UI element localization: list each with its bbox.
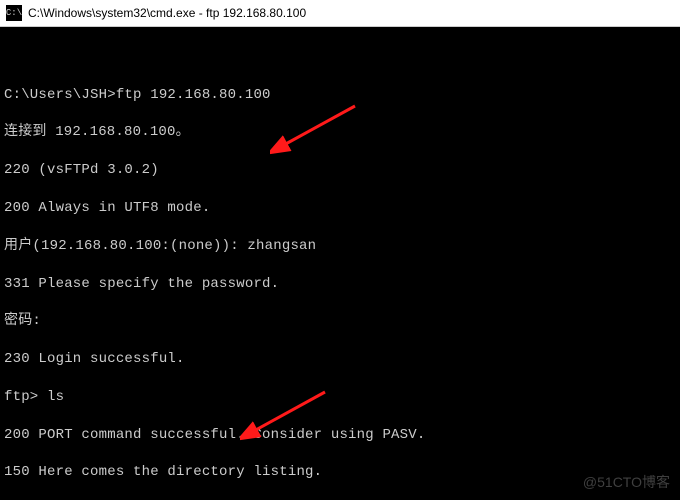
watermark: @51CTO博客 (583, 472, 670, 492)
window-title: C:\Windows\system32\cmd.exe - ftp 192.16… (28, 6, 306, 20)
dir-listing-line: 150 Here comes the directory listing. (4, 463, 676, 482)
terminal-area[interactable]: C:\Users\JSH>ftp 192.168.80.100 连接到 192.… (0, 27, 680, 500)
window-titlebar[interactable]: C:\ C:\Windows\system32\cmd.exe - ftp 19… (0, 0, 680, 27)
user-prompt-line: 用户(192.168.80.100:(none)): zhangsan (4, 237, 676, 256)
shell-prompt-line: C:\Users\JSH>ftp 192.168.80.100 (4, 86, 676, 105)
empty-line (4, 48, 676, 67)
cmd-icon: C:\ (6, 5, 22, 21)
login-success-line: 230 Login successful. (4, 350, 676, 369)
ftp-banner-line: 220 (vsFTPd 3.0.2) (4, 161, 676, 180)
password-label-line: 密码: (4, 312, 676, 331)
ftp-utf8-line: 200 Always in UTF8 mode. (4, 199, 676, 218)
connected-line: 连接到 192.168.80.100。 (4, 123, 676, 142)
ftp-ls-line: ftp> ls (4, 388, 676, 407)
port-ok-line: 200 PORT command successful. Consider us… (4, 426, 676, 445)
password-specify-line: 331 Please specify the password. (4, 275, 676, 294)
